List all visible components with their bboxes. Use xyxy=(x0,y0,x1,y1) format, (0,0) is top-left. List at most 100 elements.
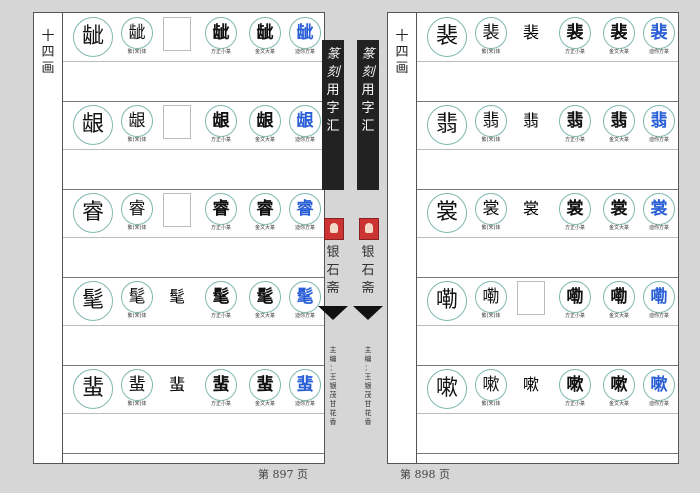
glyph-cell: 嗽方正小篆 xyxy=(557,369,593,407)
glyph-cell: 龈迪你方篆 xyxy=(287,105,323,143)
glyph-char: 龇 xyxy=(296,23,314,43)
glyph-char: 嘞 xyxy=(482,287,500,307)
glyph-cell: 龈金文大篆 xyxy=(247,105,283,143)
headword-char: 龈 xyxy=(73,105,113,145)
glyph-char: 嗽 xyxy=(650,375,668,395)
glyph-caption: 迪你方篆 xyxy=(648,225,669,231)
glyph-char: 睿 xyxy=(256,199,274,219)
glyph-char: 髦 xyxy=(212,287,230,307)
chevron-down-icon xyxy=(318,306,348,320)
author-portrait-icon xyxy=(359,218,379,240)
glyph-cell: 睿金文大篆 xyxy=(247,193,283,231)
glyph-cell: 髦金文大篆 xyxy=(247,281,283,319)
glyph-cell: 翡迪你方篆 xyxy=(641,105,677,143)
spine-credit: 主编： 王银茂 甘花香 xyxy=(329,346,337,426)
glyph-cell: 嘞迪你方篆 xyxy=(641,281,677,319)
row-divider xyxy=(63,325,324,326)
glyph-cell: 翡金文大篆 xyxy=(601,105,637,143)
glyph-caption: 繁(宋)体 xyxy=(127,137,147,143)
row-divider xyxy=(417,237,678,238)
row-divider xyxy=(417,149,678,150)
glyph-char: 裳 xyxy=(566,199,584,219)
glyph-char: 蜚 xyxy=(128,375,146,395)
glyph-char: 翡 xyxy=(610,111,628,131)
glyph-cell: 睿迪你方篆 xyxy=(287,193,323,231)
spine-title: 篆 刻 用 字 汇 xyxy=(322,40,344,190)
char-row: 裴裴繁(宋)体裴裴方正小篆裴金文大篆裴迪你方篆 xyxy=(417,13,678,102)
left-index-label: 十四画 xyxy=(41,29,55,76)
glyph-char: 髦 xyxy=(128,287,146,307)
glyph-cell: 嗽繁(宋)体 xyxy=(473,369,509,407)
glyph-caption: 繁(宋)体 xyxy=(127,49,147,55)
right-page: 十四画 裴裴繁(宋)体裴裴方正小篆裴金文大篆裴迪你方篆翡翡繁(宋)体翡翡方正小篆… xyxy=(387,12,679,464)
row-divider xyxy=(63,413,324,414)
seal-variant-box: 翡 xyxy=(522,111,539,130)
glyph-cell: 裴迪你方篆 xyxy=(641,17,677,55)
glyph-char: 裴 xyxy=(610,23,628,43)
right-index-column: 十四画 xyxy=(388,13,417,463)
glyph-char: 髦 xyxy=(256,287,274,307)
glyph-caption: 迪你方篆 xyxy=(648,49,669,55)
headword-char: 裳 xyxy=(427,193,467,233)
row-divider xyxy=(63,61,324,62)
glyph-cell: 嘞金文大篆 xyxy=(601,281,637,319)
glyph-char: 龇 xyxy=(128,23,146,43)
spine-brand: 银石斋 xyxy=(361,245,375,296)
char-row: 睿睿繁(宋)体睿方正小篆睿金文大篆睿迪你方篆 xyxy=(63,189,324,278)
right-spine: 篆 刻 用 字 汇 银石斋 主编： 王银茂 甘花香 xyxy=(353,12,383,462)
left-page-number: 第 897 页 xyxy=(258,468,308,481)
left-char-table: 龇龇繁(宋)体龇方正小篆龇金文大篆龇迪你方篆龈龈繁(宋)体龈方正小篆龈金文大篆龈… xyxy=(63,13,324,454)
headword-char: 翡 xyxy=(427,105,467,145)
seal-variant-box xyxy=(517,281,545,315)
glyph-caption: 方正小篆 xyxy=(564,137,585,143)
glyph-cell: 嘞繁(宋)体 xyxy=(473,281,509,319)
glyph-caption: 繁(宋)体 xyxy=(481,49,501,55)
glyph-caption: 方正小篆 xyxy=(564,225,585,231)
headword-char: 蜚 xyxy=(73,369,113,409)
char-row: 龇龇繁(宋)体龇方正小篆龇金文大篆龇迪你方篆 xyxy=(63,13,324,102)
glyph-char: 翡 xyxy=(650,111,668,131)
row-divider xyxy=(63,237,324,238)
glyph-caption: 繁(宋)体 xyxy=(127,225,147,231)
char-row: 翡翡繁(宋)体翡翡方正小篆翡金文大篆翡迪你方篆 xyxy=(417,101,678,190)
glyph-cell: 嘞方正小篆 xyxy=(557,281,593,319)
char-row: 髦髦繁(宋)体髦髦方正小篆髦金文大篆髦迪你方篆 xyxy=(63,277,324,366)
glyph-cell: 髦繁(宋)体 xyxy=(119,281,155,319)
right-char-table: 裴裴繁(宋)体裴裴方正小篆裴金文大篆裴迪你方篆翡翡繁(宋)体翡翡方正小篆翡金文大… xyxy=(417,13,678,454)
glyph-char: 裳 xyxy=(482,199,500,219)
seal-variant-box: 嗽 xyxy=(522,375,539,394)
seal-variant-box: 裴 xyxy=(522,23,539,42)
glyph-char: 蜚 xyxy=(256,375,274,395)
glyph-cell: 睿方正小篆 xyxy=(203,193,239,231)
glyph-cell: 睿繁(宋)体 xyxy=(119,193,155,231)
row-divider xyxy=(417,413,678,414)
glyph-cell: 髦方正小篆 xyxy=(203,281,239,319)
glyph-caption: 繁(宋)体 xyxy=(481,225,501,231)
glyph-cell: 龇迪你方篆 xyxy=(287,17,323,55)
headword-char: 龇 xyxy=(73,17,113,57)
glyph-caption: 繁(宋)体 xyxy=(127,313,147,319)
glyph-cell: 裳金文大篆 xyxy=(601,193,637,231)
glyph-cell: 裴金文大篆 xyxy=(601,17,637,55)
glyph-caption: 迪你方篆 xyxy=(648,137,669,143)
glyph-char: 龈 xyxy=(128,111,146,131)
seal-variant-box: 髦 xyxy=(168,287,185,306)
glyph-cell: 龇金文大篆 xyxy=(247,17,283,55)
glyph-caption: 繁(宋)体 xyxy=(481,313,501,319)
glyph-char: 龇 xyxy=(256,23,274,43)
glyph-cell: 龇繁(宋)体 xyxy=(119,17,155,55)
glyph-caption: 方正小篆 xyxy=(564,49,585,55)
glyph-char: 嘞 xyxy=(610,287,628,307)
glyph-caption: 繁(宋)体 xyxy=(481,137,501,143)
headword-char: 嘞 xyxy=(427,281,467,321)
glyph-cell: 蜚金文大篆 xyxy=(247,369,283,407)
glyph-cell: 翡繁(宋)体 xyxy=(473,105,509,143)
glyph-char: 翡 xyxy=(566,111,584,131)
glyph-caption: 方正小篆 xyxy=(564,401,585,407)
glyph-char: 睿 xyxy=(128,199,146,219)
right-page-number: 第 898 页 xyxy=(400,468,450,481)
glyph-char: 蜚 xyxy=(296,375,314,395)
chevron-down-icon xyxy=(353,306,383,320)
glyph-caption: 方正小篆 xyxy=(210,313,231,319)
glyph-caption: 繁(宋)体 xyxy=(127,401,147,407)
